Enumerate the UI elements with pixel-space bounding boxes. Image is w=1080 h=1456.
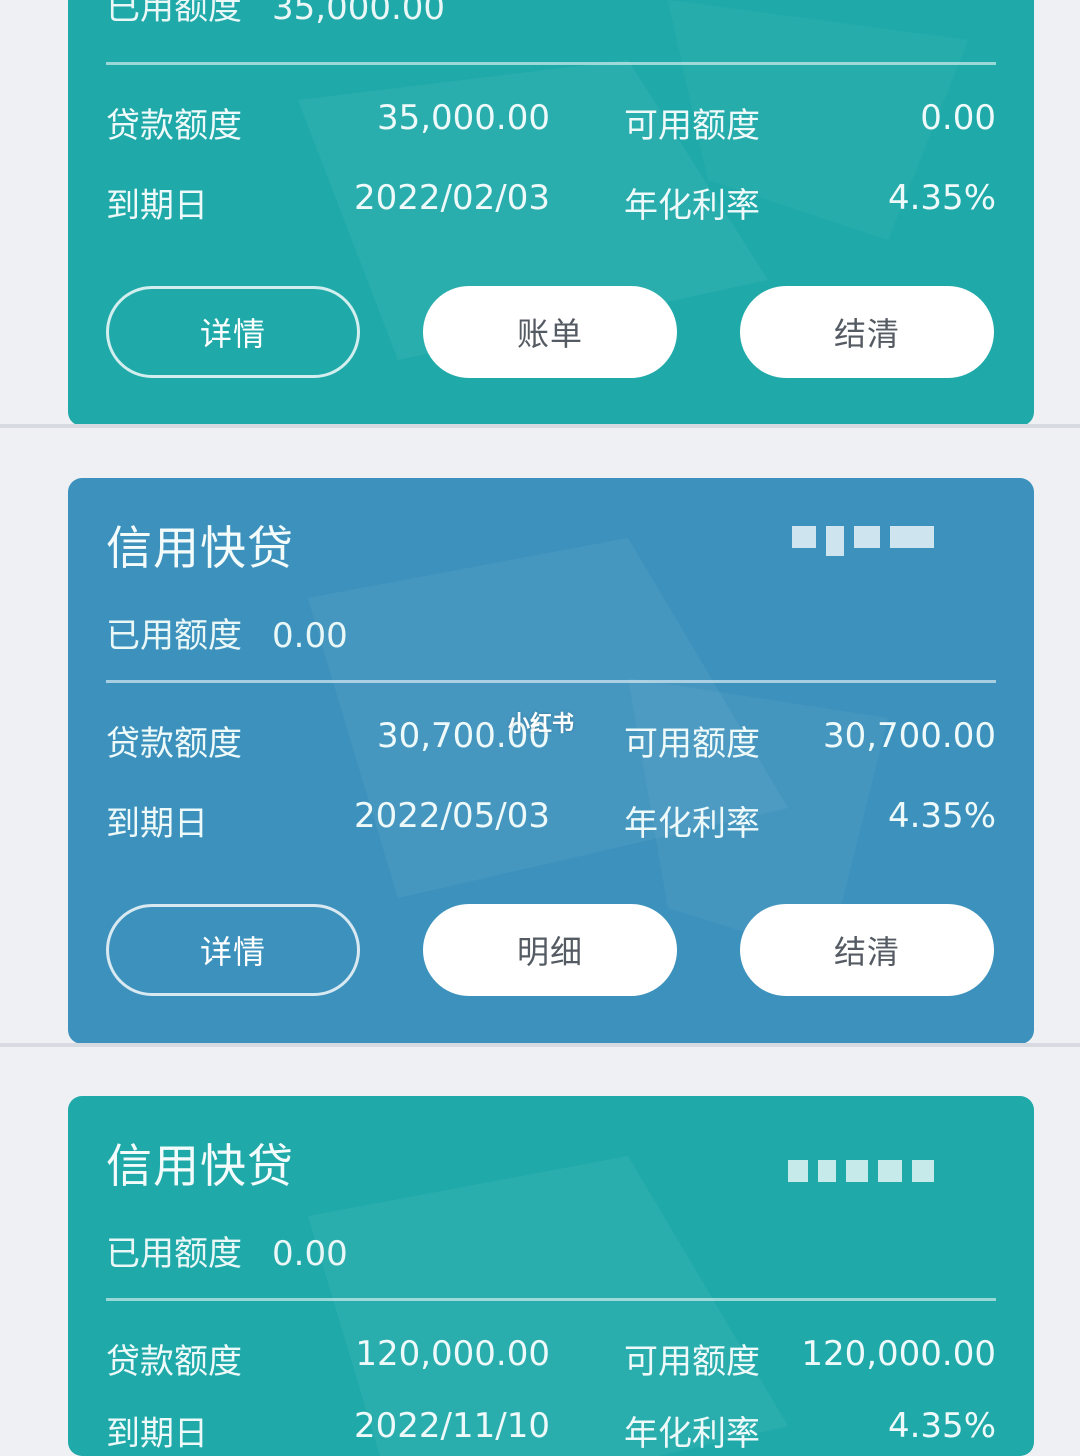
due-date-value: 2022/05/03 — [354, 796, 550, 836]
details-button[interactable]: 详情 — [106, 904, 360, 996]
available-label: 可用额度 — [624, 1342, 760, 1382]
settle-button[interactable]: 结清 — [740, 904, 994, 996]
due-date-row: 到期日 2022/02/03 年化利率 4.35% — [106, 178, 996, 228]
card-divider — [106, 680, 996, 683]
used-amount: 已用额度 35,000.00 — [106, 0, 445, 29]
loan-card-2: 信用快贷 已用额度 0.00 贷款额度 30,700.00 可用额度 30,700… — [68, 478, 1034, 1044]
loan-limit-value: 35,000.00 — [376, 98, 550, 138]
available-value: 0.00 — [920, 98, 996, 138]
loan-limit-label: 贷款额度 — [106, 106, 242, 146]
used-amount-value: 35,000.00 — [272, 0, 446, 28]
available-value: 30,700.00 — [822, 716, 996, 756]
masked-account-number — [788, 1160, 934, 1182]
loan-limit-value: 120,000.00 — [355, 1334, 550, 1374]
masked-account-number — [792, 526, 934, 556]
product-title: 信用快贷 — [106, 1139, 294, 1193]
used-amount-label: 已用额度 — [106, 616, 242, 656]
rate-label: 年化利率 — [624, 186, 760, 226]
due-date-row: 到期日 2022/05/03 年化利率 4.35% — [106, 796, 996, 846]
loan-card-3: 信用快贷 已用额度 0.00 贷款额度 120,000.00 可用额度 120,0… — [68, 1096, 1034, 1456]
available-value: 120,000.00 — [801, 1334, 996, 1374]
watermark-text: 小红书 — [508, 712, 575, 737]
card-separator — [0, 424, 1080, 428]
used-amount-label: 已用额度 — [106, 0, 242, 28]
card-divider — [106, 1298, 996, 1301]
settle-button[interactable]: 结清 — [740, 286, 994, 378]
used-amount-label: 已用额度 — [106, 1234, 242, 1274]
rate-label: 年化利率 — [624, 804, 760, 844]
product-title: 信用快贷 — [106, 521, 294, 575]
due-date-value: 2022/02/03 — [354, 178, 550, 218]
available-label: 可用额度 — [624, 106, 760, 146]
used-amount-value: 0.00 — [272, 1234, 348, 1274]
due-date-label: 到期日 — [106, 186, 208, 226]
card-divider — [106, 62, 996, 65]
due-date-value: 2022/11/10 — [354, 1406, 550, 1446]
loan-limit-row: 贷款额度 35,000.00 可用额度 0.00 — [106, 98, 996, 148]
used-amount: 已用额度 0.00 — [106, 608, 348, 657]
due-date-row: 到期日 2022/11/10 年化利率 4.35% — [106, 1406, 996, 1456]
rate-value: 4.35% — [887, 796, 996, 836]
loan-limit-label: 贷款额度 — [106, 724, 242, 764]
loan-card-1: 已用额度 35,000.00 贷款额度 35,000.00 可用额度 0.00 到… — [68, 0, 1034, 426]
details-button[interactable]: 详情 — [106, 286, 360, 378]
used-amount: 已用额度 0.00 — [106, 1226, 348, 1275]
due-date-label: 到期日 — [106, 804, 208, 844]
bill-button[interactable]: 账单 — [423, 286, 677, 378]
available-label: 可用额度 — [624, 724, 760, 764]
used-amount-value: 0.00 — [272, 616, 348, 656]
loan-limit-row: 贷款额度 120,000.00 可用额度 120,000.00 — [106, 1334, 996, 1384]
rate-value: 4.35% — [887, 178, 996, 218]
rate-label: 年化利率 — [624, 1414, 760, 1454]
card-separator — [0, 1043, 1080, 1047]
loan-limit-label: 贷款额度 — [106, 1342, 242, 1382]
due-date-label: 到期日 — [106, 1414, 208, 1454]
rate-value: 4.35% — [887, 1406, 996, 1446]
statement-button[interactable]: 明细 — [423, 904, 677, 996]
